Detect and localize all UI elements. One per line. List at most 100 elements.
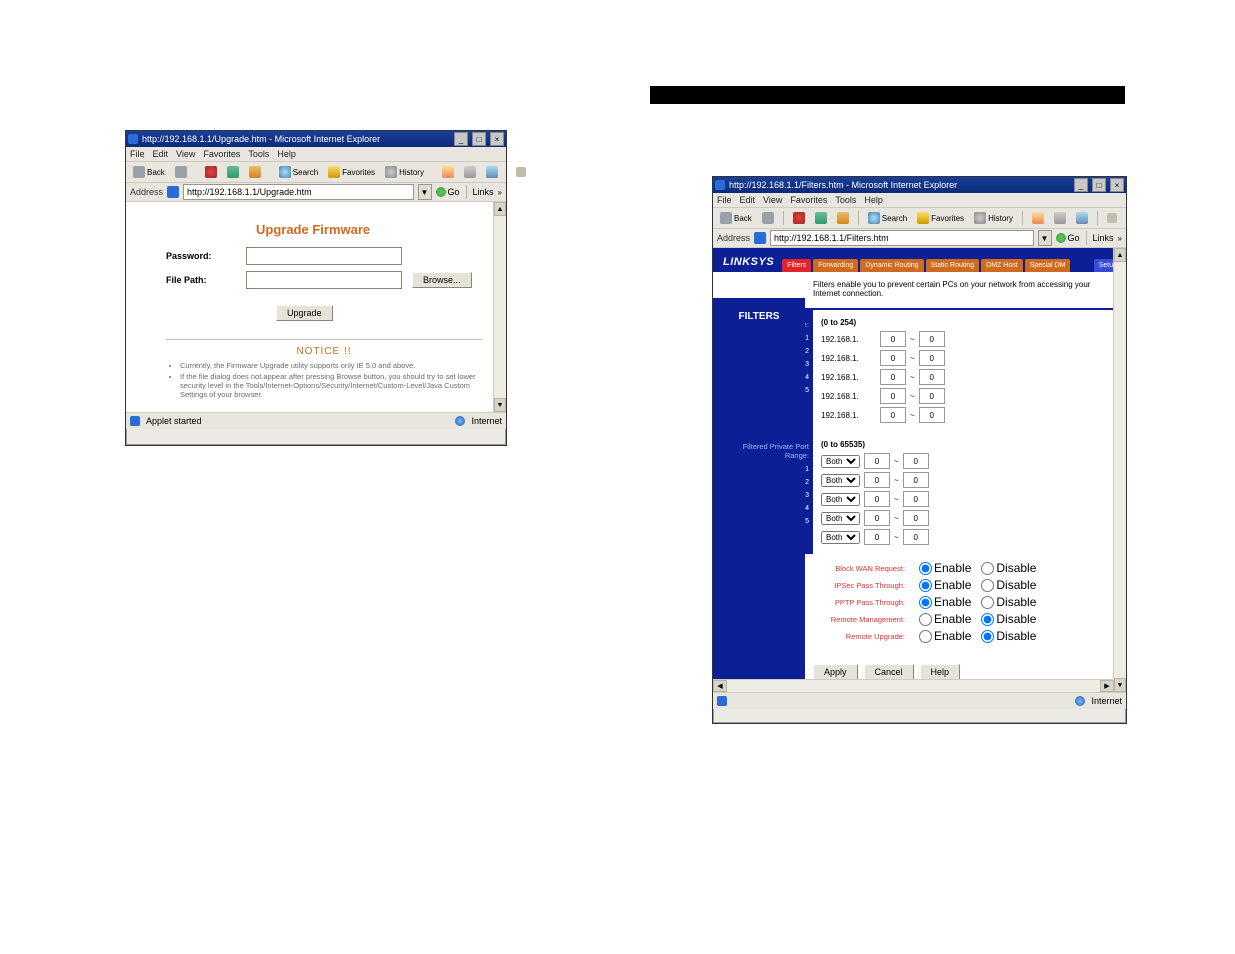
port-from-input[interactable] xyxy=(864,453,890,469)
extra-button[interactable] xyxy=(513,166,529,178)
edit-button[interactable] xyxy=(1073,211,1091,225)
help-button[interactable]: Help xyxy=(920,664,961,680)
ip-from-input[interactable] xyxy=(880,388,906,404)
ip-from-input[interactable] xyxy=(880,369,906,385)
back-button[interactable]: Back xyxy=(130,165,168,179)
ip-to-input[interactable] xyxy=(919,407,945,423)
ip-to-input[interactable] xyxy=(919,388,945,404)
menu-tools[interactable]: Tools xyxy=(248,149,269,159)
browse-button[interactable]: Browse... xyxy=(412,272,472,288)
scroll-down-icon[interactable]: ▼ xyxy=(494,398,506,412)
protocol-select[interactable]: BothTCPUDP xyxy=(821,531,860,544)
links-label[interactable]: Links xyxy=(473,187,494,197)
scroll-left-icon[interactable]: ◀ xyxy=(713,680,727,692)
back-button[interactable]: Back xyxy=(717,211,755,225)
stop-button[interactable] xyxy=(202,165,220,179)
port-to-input[interactable] xyxy=(903,510,929,526)
menu-tools[interactable]: Tools xyxy=(835,195,856,205)
port-to-input[interactable] xyxy=(903,472,929,488)
ip-to-input[interactable] xyxy=(919,331,945,347)
vertical-scrollbar[interactable]: ▲ ▼ xyxy=(493,202,506,412)
menu-file[interactable]: File xyxy=(130,149,145,159)
scroll-up-icon[interactable]: ▲ xyxy=(1114,248,1126,262)
menu-help[interactable]: Help xyxy=(277,149,296,159)
option-enable[interactable]: Enable xyxy=(919,561,971,575)
menu-favorites[interactable]: Favorites xyxy=(203,149,240,159)
menubar[interactable]: File Edit View Favorites Tools Help xyxy=(126,147,506,161)
option-disable[interactable]: Disable xyxy=(981,578,1036,592)
upgrade-button[interactable]: Upgrade xyxy=(276,305,333,321)
protocol-select[interactable]: BothTCPUDP xyxy=(821,512,860,525)
port-from-input[interactable] xyxy=(864,472,890,488)
maximize-button[interactable]: □ xyxy=(1092,178,1106,192)
filepath-input[interactable] xyxy=(246,271,402,289)
tab-static-routing[interactable]: Static Routing xyxy=(926,259,980,272)
port-from-input[interactable] xyxy=(864,529,890,545)
titlebar[interactable]: http://192.168.1.1/Upgrade.htm - Microso… xyxy=(126,131,506,147)
protocol-select[interactable]: BothTCPUDP xyxy=(821,455,860,468)
tab-dmz-host[interactable]: DMZ Host xyxy=(981,259,1023,272)
extra-button[interactable] xyxy=(1104,212,1120,224)
option-disable[interactable]: Disable xyxy=(981,629,1036,643)
vertical-scrollbar[interactable]: ▲ ▼ xyxy=(1113,248,1126,692)
go-button[interactable]: Go xyxy=(1056,233,1080,243)
menu-edit[interactable]: Edit xyxy=(740,195,756,205)
option-enable[interactable]: Enable xyxy=(919,612,971,626)
titlebar[interactable]: http://192.168.1.1/Filters.htm - Microso… xyxy=(713,177,1126,193)
close-button[interactable]: × xyxy=(1110,178,1124,192)
port-to-input[interactable] xyxy=(903,453,929,469)
favorites-button[interactable]: Favorites xyxy=(914,211,967,225)
ip-from-input[interactable] xyxy=(880,407,906,423)
menubar[interactable]: File Edit View Favorites Tools Help xyxy=(713,193,1126,207)
menu-view[interactable]: View xyxy=(176,149,195,159)
print-button[interactable] xyxy=(1051,211,1069,225)
refresh-button[interactable] xyxy=(224,165,242,179)
protocol-select[interactable]: BothTCPUDP xyxy=(821,493,860,506)
port-to-input[interactable] xyxy=(903,491,929,507)
links-label[interactable]: Links xyxy=(1093,233,1114,243)
horizontal-scrollbar[interactable]: ◀ ▶ xyxy=(713,679,1114,692)
forward-button[interactable] xyxy=(172,165,190,179)
stop-button[interactable] xyxy=(790,211,808,225)
print-button[interactable] xyxy=(461,165,479,179)
go-button[interactable]: Go xyxy=(436,187,460,197)
ip-to-input[interactable] xyxy=(919,369,945,385)
option-disable[interactable]: Disable xyxy=(981,595,1036,609)
menu-help[interactable]: Help xyxy=(864,195,883,205)
search-button[interactable]: Search xyxy=(865,211,910,225)
option-enable[interactable]: Enable xyxy=(919,595,971,609)
tab-filters[interactable]: Filters xyxy=(782,259,811,272)
option-disable[interactable]: Disable xyxy=(981,612,1036,626)
close-button[interactable]: × xyxy=(490,132,504,146)
apply-button[interactable]: Apply xyxy=(813,664,858,680)
minimize-button[interactable]: _ xyxy=(1074,178,1088,192)
mail-button[interactable] xyxy=(1029,211,1047,225)
address-dropdown[interactable]: ▼ xyxy=(1038,230,1052,246)
menu-file[interactable]: File xyxy=(717,195,732,205)
option-disable[interactable]: Disable xyxy=(981,561,1036,575)
history-button[interactable]: History xyxy=(971,211,1016,225)
refresh-button[interactable] xyxy=(812,211,830,225)
address-input[interactable] xyxy=(770,230,1033,246)
port-from-input[interactable] xyxy=(864,510,890,526)
minimize-button[interactable]: _ xyxy=(454,132,468,146)
scroll-right-icon[interactable]: ▶ xyxy=(1100,680,1114,692)
port-from-input[interactable] xyxy=(864,491,890,507)
ip-from-input[interactable] xyxy=(880,350,906,366)
tab-special[interactable]: Special DM xyxy=(1025,259,1071,272)
maximize-button[interactable]: □ xyxy=(472,132,486,146)
menu-view[interactable]: View xyxy=(763,195,782,205)
scroll-up-icon[interactable]: ▲ xyxy=(494,202,506,216)
mail-button[interactable] xyxy=(439,165,457,179)
password-input[interactable] xyxy=(246,247,402,265)
home-button[interactable] xyxy=(834,211,852,225)
tab-forwarding[interactable]: Forwarding xyxy=(813,259,858,272)
option-enable[interactable]: Enable xyxy=(919,629,971,643)
forward-button[interactable] xyxy=(759,211,777,225)
ip-to-input[interactable] xyxy=(919,350,945,366)
scroll-down-icon[interactable]: ▼ xyxy=(1114,678,1126,692)
cancel-button[interactable]: Cancel xyxy=(864,664,914,680)
tab-dynamic-routing[interactable]: Dynamic Routing xyxy=(860,259,923,272)
favorites-button[interactable]: Favorites xyxy=(325,165,378,179)
edit-button[interactable] xyxy=(483,165,501,179)
